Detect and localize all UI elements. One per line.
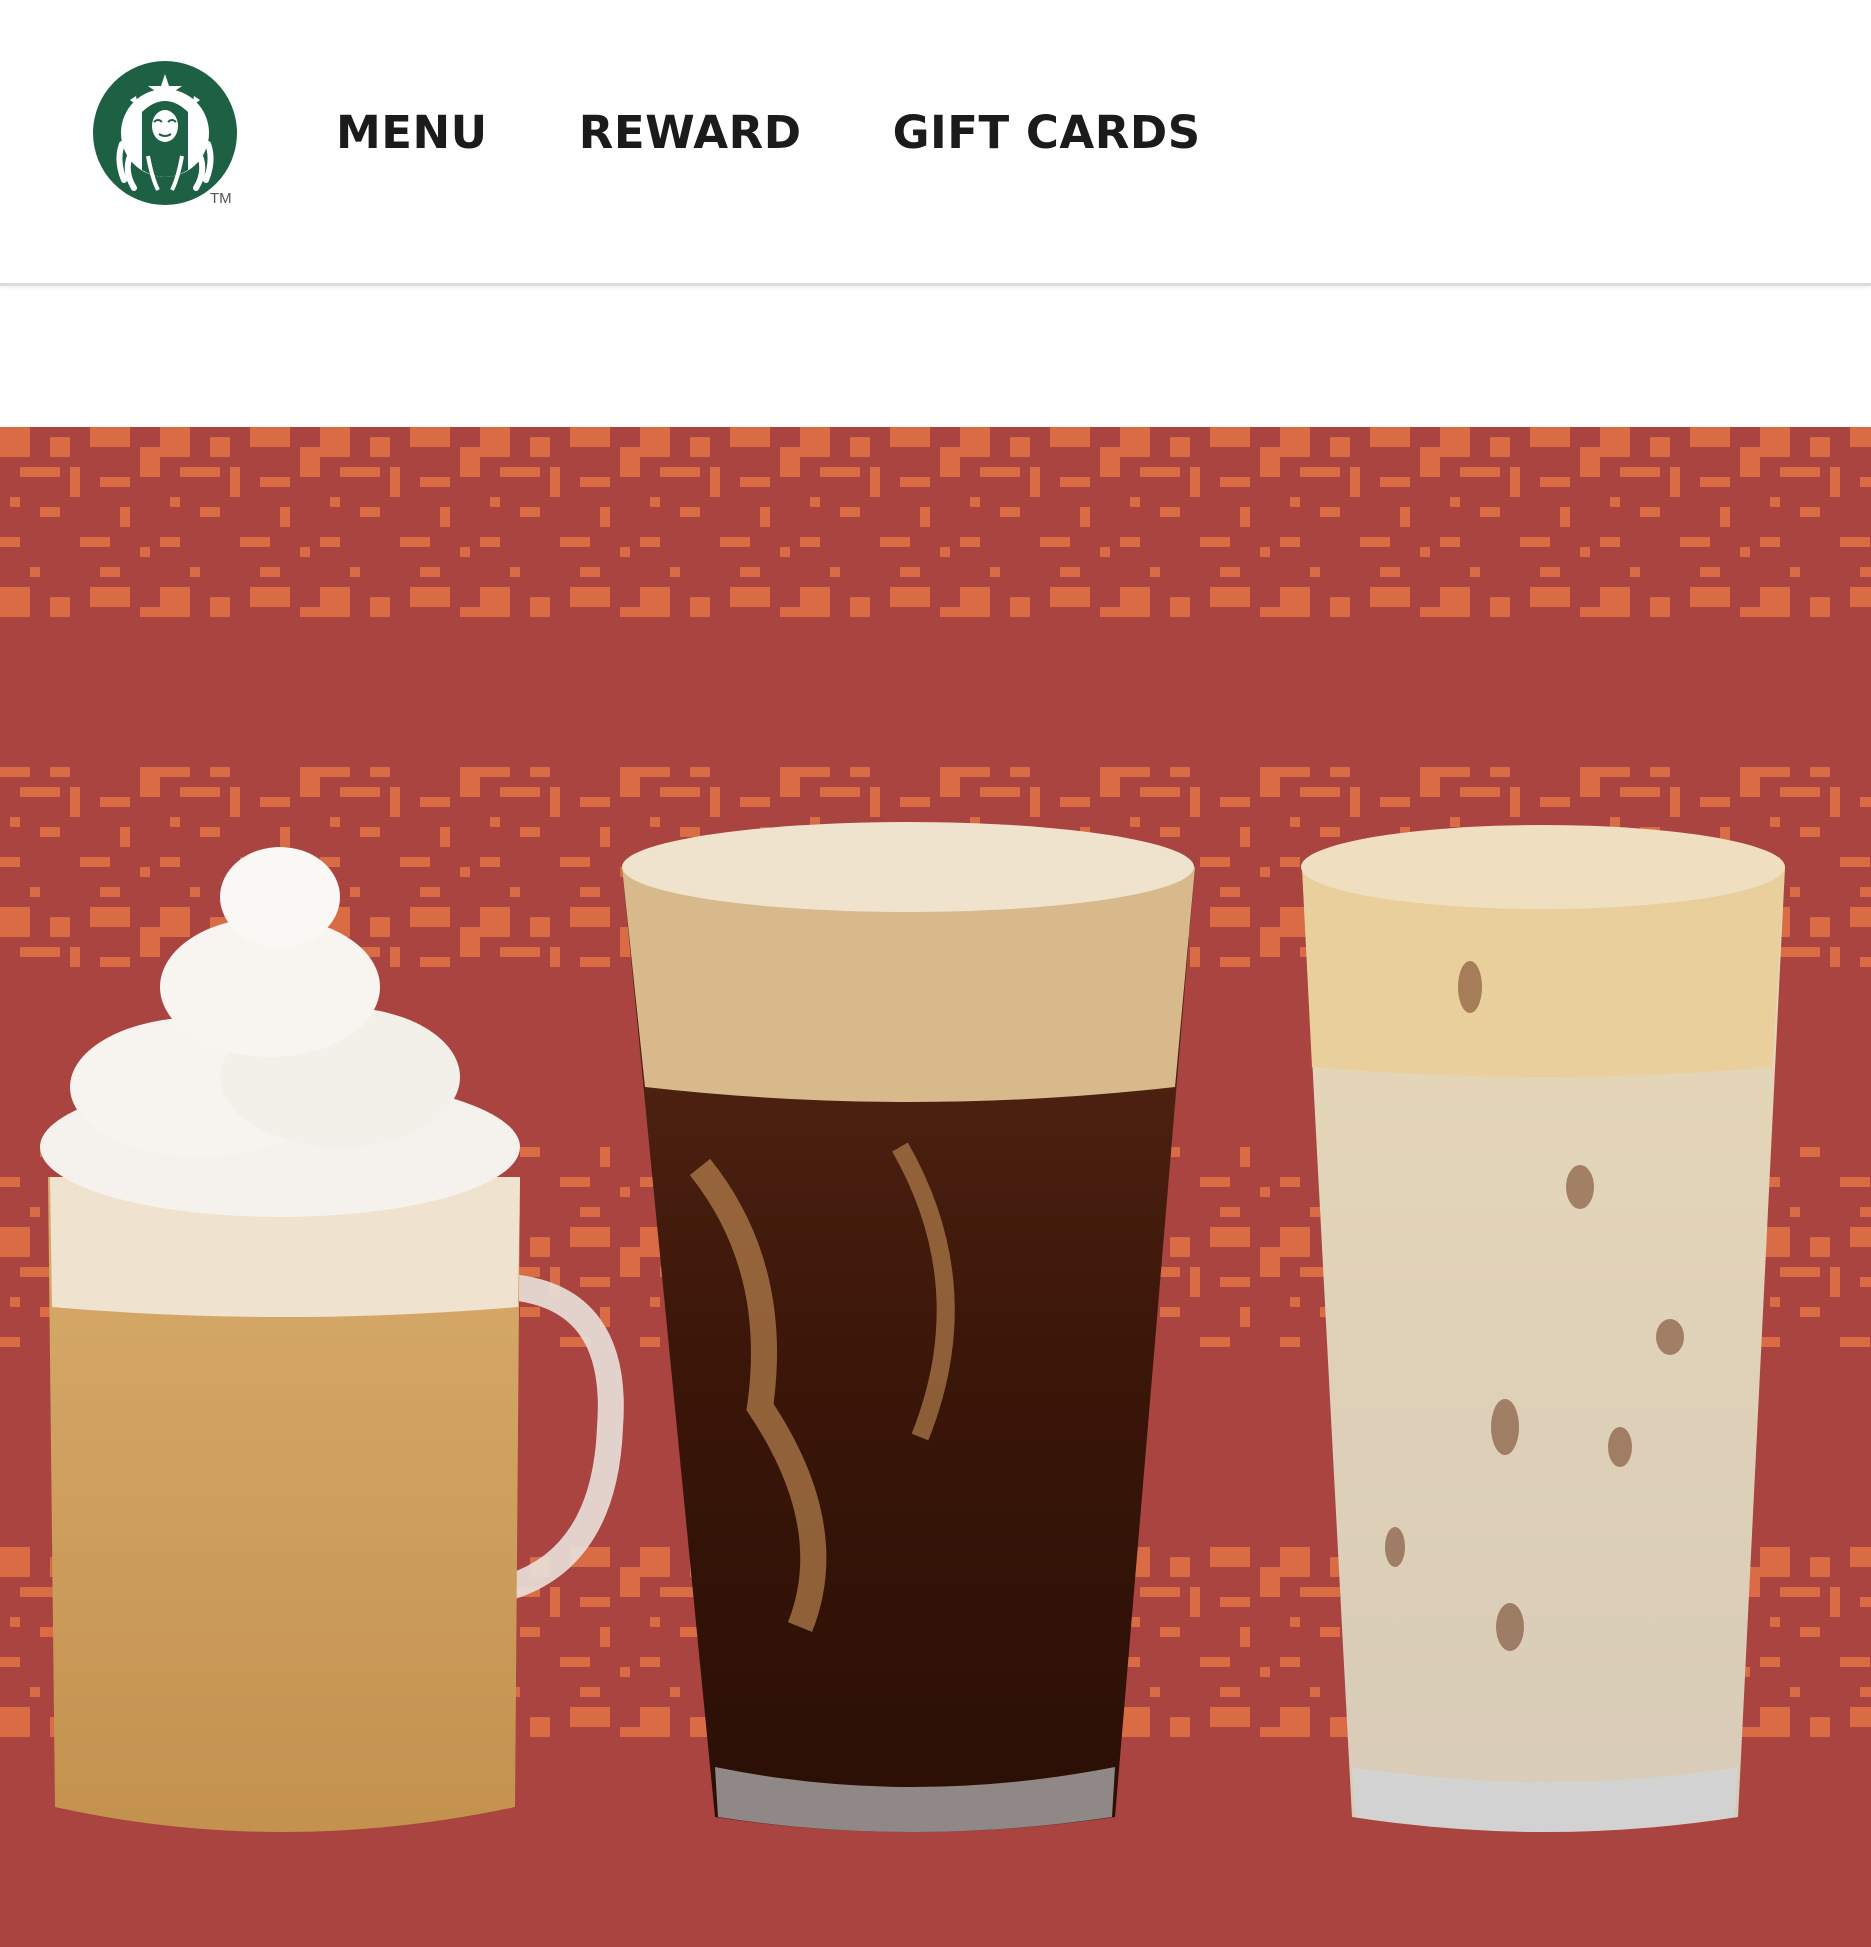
main-nav: MENU REWARD GIFT CARDS bbox=[336, 106, 1292, 159]
starbucks-logo-icon[interactable] bbox=[92, 60, 238, 206]
cold-brew-glass-icon bbox=[622, 822, 1195, 1832]
nav-gift-cards-link[interactable]: GIFT CARDS bbox=[893, 106, 1201, 159]
hero-banner[interactable] bbox=[0, 427, 1871, 1947]
nav-reward-link[interactable]: REWARD bbox=[579, 106, 802, 159]
nav-menu-link[interactable]: MENU bbox=[336, 106, 488, 159]
site-header: TM MENU REWARD GIFT CARDS bbox=[0, 0, 1871, 286]
holiday-drinks-hero-image bbox=[0, 427, 1871, 1947]
iced-latte-glass-icon bbox=[1301, 825, 1785, 1832]
trademark-symbol: TM bbox=[210, 190, 232, 207]
